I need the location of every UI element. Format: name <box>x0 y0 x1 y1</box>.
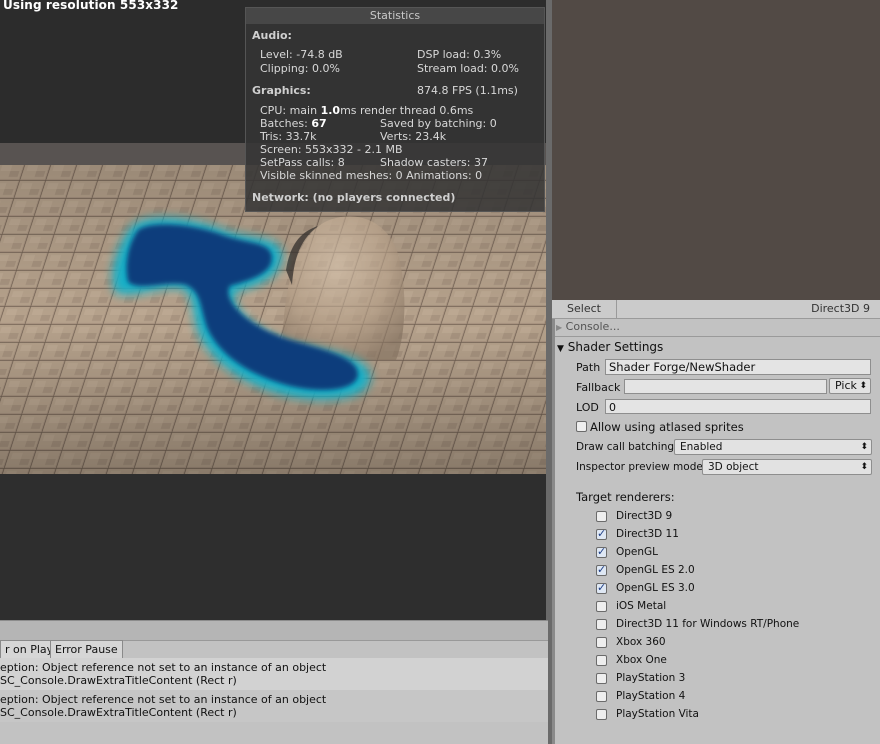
divider <box>555 336 880 337</box>
draw-call-batching-label: Draw call batching <box>576 441 675 453</box>
preview-mode-label: Inspector preview mode <box>576 461 703 473</box>
renderer-checkbox[interactable] <box>596 655 607 666</box>
target-renderers-label: Target renderers: <box>576 490 675 504</box>
fallback-field[interactable] <box>624 379 827 394</box>
cpu-stat: CPU: main 1.0ms render thread 0.6ms <box>260 104 473 117</box>
renderer-checkbox[interactable] <box>596 637 607 648</box>
batches-value: 67 <box>311 117 327 130</box>
renderer-label: OpenGL ES 3.0 <box>616 582 695 594</box>
renderer-label: PlayStation 3 <box>616 672 686 684</box>
saved-by-batching: Saved by batching: 0 <box>380 117 497 130</box>
pick-label: Pick <box>835 379 857 392</box>
statistics-title: Statistics <box>246 8 544 24</box>
renderer-checkbox[interactable] <box>596 581 607 594</box>
console-entry-line[interactable]: eption: Object reference not set to an i… <box>0 661 548 674</box>
error-pause-button[interactable]: Error Pause <box>50 640 123 659</box>
shader-settings-title: Shader Settings <box>567 340 664 354</box>
renderer-checkbox[interactable] <box>596 709 607 720</box>
cpu-main-value: 1.0 <box>320 104 341 117</box>
renderer-label: Xbox 360 <box>616 636 666 648</box>
cpu-prefix: CPU: main <box>260 104 321 117</box>
audio-header: Audio: <box>252 29 292 42</box>
graphics-api-label: Direct3D 9 <box>811 302 870 315</box>
lod-label: LOD <box>576 401 599 414</box>
allow-atlased-label: Allow using atlased sprites <box>590 420 744 434</box>
renderer-label: Direct3D 11 <box>616 528 679 540</box>
preview-mode-dropdown[interactable]: 3D object ⬍ <box>702 459 872 475</box>
inspector-panel: Select Direct3D 9 ▶ Console... ▼ Shader … <box>552 300 880 744</box>
console-entry-line[interactable]: eption: Object reference not set to an i… <box>0 693 548 706</box>
draw-call-batching-value: Enabled <box>680 441 723 453</box>
renderer-label: PlayStation 4 <box>616 690 686 702</box>
chevron-right-icon: ▶ <box>556 323 563 332</box>
renderer-checkbox[interactable] <box>596 691 607 702</box>
renderer-label: Direct3D 9 <box>616 510 673 522</box>
renderer-label: OpenGL <box>616 546 659 558</box>
batches-stat: Batches: 67 <box>260 117 327 130</box>
console-foldout-label: Console... <box>565 320 620 333</box>
shader-settings-foldout[interactable]: ▼ Shader Settings <box>557 340 663 354</box>
renderer-checkbox[interactable] <box>596 563 607 576</box>
skinned-meshes: Visible skinned meshes: 0 Animations: 0 <box>260 169 483 182</box>
pick-button[interactable]: Pick ⬍ <box>829 378 871 394</box>
updown-arrow-icon: ⬍ <box>860 442 868 452</box>
shadow-casters: Shadow casters: 37 <box>380 156 488 169</box>
screen-stat: Screen: 553x332 - 2.1 MB <box>260 143 403 156</box>
renderer-checkbox[interactable] <box>596 673 607 684</box>
tris: Tris: 33.7k <box>260 130 317 143</box>
preview-mode-value: 3D object <box>708 461 759 473</box>
fallback-label: Fallback <box>576 381 621 394</box>
cpu-suffix: ms render thread 0.6ms <box>340 104 474 117</box>
chevron-down-icon: ▼ <box>557 344 564 354</box>
renderer-label: OpenGL ES 2.0 <box>616 564 695 576</box>
renderer-label: PlayStation Vita <box>616 708 699 720</box>
renderer-checkbox[interactable] <box>596 511 607 522</box>
console-entry-line[interactable]: SC_Console.DrawExtraTitleContent (Rect r… <box>0 674 548 687</box>
draw-call-batching-dropdown[interactable]: Enabled ⬍ <box>674 439 872 455</box>
material-preview[interactable] <box>552 0 880 300</box>
stream-load: Stream load: 0.0% <box>417 62 519 75</box>
lod-field[interactable]: 0 <box>605 399 871 414</box>
renderer-checkbox[interactable] <box>596 527 607 540</box>
updown-arrow-icon: ⬍ <box>860 462 868 472</box>
batches-prefix: Batches: <box>260 117 312 130</box>
audio-level: Level: -74.8 dB <box>260 48 343 61</box>
console-panel: r on Play Error Pause eption: Object ref… <box>0 620 548 744</box>
renderer-label: iOS Metal <box>616 600 667 612</box>
statistics-panel: Statistics Audio: Level: -74.8 dB DSP lo… <box>245 7 545 212</box>
path-field[interactable]: Shader Forge/NewShader <box>605 359 871 375</box>
path-label: Path <box>576 361 601 374</box>
select-tab[interactable]: Select <box>552 300 617 318</box>
graphics-header: Graphics: <box>252 84 311 97</box>
renderer-checkbox[interactable] <box>596 545 607 558</box>
updown-arrow-icon: ⬍ <box>859 381 867 391</box>
allow-atlased-checkbox[interactable] <box>576 421 587 432</box>
console-entry-line[interactable]: SC_Console.DrawExtraTitleContent (Rect r… <box>0 706 548 719</box>
dsp-load: DSP load: 0.3% <box>417 48 502 61</box>
console-toolbar <box>0 620 548 641</box>
renderer-label: Direct3D 11 for Windows RT/Phone <box>616 618 800 630</box>
renderer-label: Xbox One <box>616 654 667 666</box>
console-foldout[interactable]: ▶ Console... <box>556 320 620 333</box>
verts: Verts: 23.4k <box>380 130 447 143</box>
inspector-toolbar: Select Direct3D 9 <box>552 300 880 319</box>
game-view[interactable]: Using resolution 553x332 Statistics Audi… <box>0 0 548 620</box>
clipping: Clipping: 0.0% <box>260 62 340 75</box>
network-stat: Network: (no players connected) <box>252 191 456 204</box>
fps: 874.8 FPS (1.1ms) <box>417 84 518 97</box>
renderer-checkbox[interactable] <box>596 619 607 630</box>
renderer-checkbox[interactable] <box>596 601 607 612</box>
resolution-label: Using resolution 553x332 <box>3 0 179 12</box>
setpass-calls: SetPass calls: 8 <box>260 156 345 169</box>
inspector-scrollbar[interactable] <box>552 300 555 744</box>
